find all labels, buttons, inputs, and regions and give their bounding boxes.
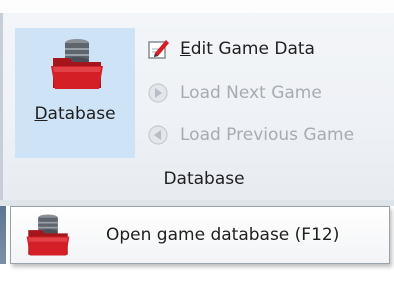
load-next-arrow-icon xyxy=(148,83,168,103)
database-folder-icon xyxy=(51,39,103,89)
load-previous-arrow-icon xyxy=(148,125,168,145)
load-next-game-button[interactable]: Load Next Game xyxy=(146,78,322,108)
load-next-game-label: Load Next Game xyxy=(180,83,322,103)
database-button[interactable]: Database xyxy=(15,28,135,158)
ribbon-top-strip xyxy=(0,0,394,13)
tooltip: Open game database (F12) xyxy=(10,206,390,264)
edit-pencil-icon xyxy=(148,40,169,59)
ribbon-panel: Database Edit Game Data Load Next Game L… xyxy=(0,0,394,206)
ribbon-group-label: Database xyxy=(163,169,245,189)
edit-game-data-label: Edit Game Data xyxy=(180,39,315,59)
database-mnemonic: D xyxy=(34,104,48,124)
edit-mnemonic: E xyxy=(180,39,191,59)
ribbon-left-border xyxy=(0,13,3,206)
edit-game-data-button[interactable]: Edit Game Data xyxy=(146,34,315,64)
background-window-strip xyxy=(0,206,6,264)
load-previous-game-label: Load Previous Game xyxy=(180,125,355,145)
database-button-label: Database xyxy=(15,104,135,124)
database-folder-icon xyxy=(26,214,70,256)
database-label-rest: atabase xyxy=(47,104,116,124)
load-previous-game-button[interactable]: Load Previous Game xyxy=(146,120,354,150)
tooltip-text: Open game database (F12) xyxy=(106,225,340,245)
edit-label-rest: dit Game Data xyxy=(190,39,315,59)
